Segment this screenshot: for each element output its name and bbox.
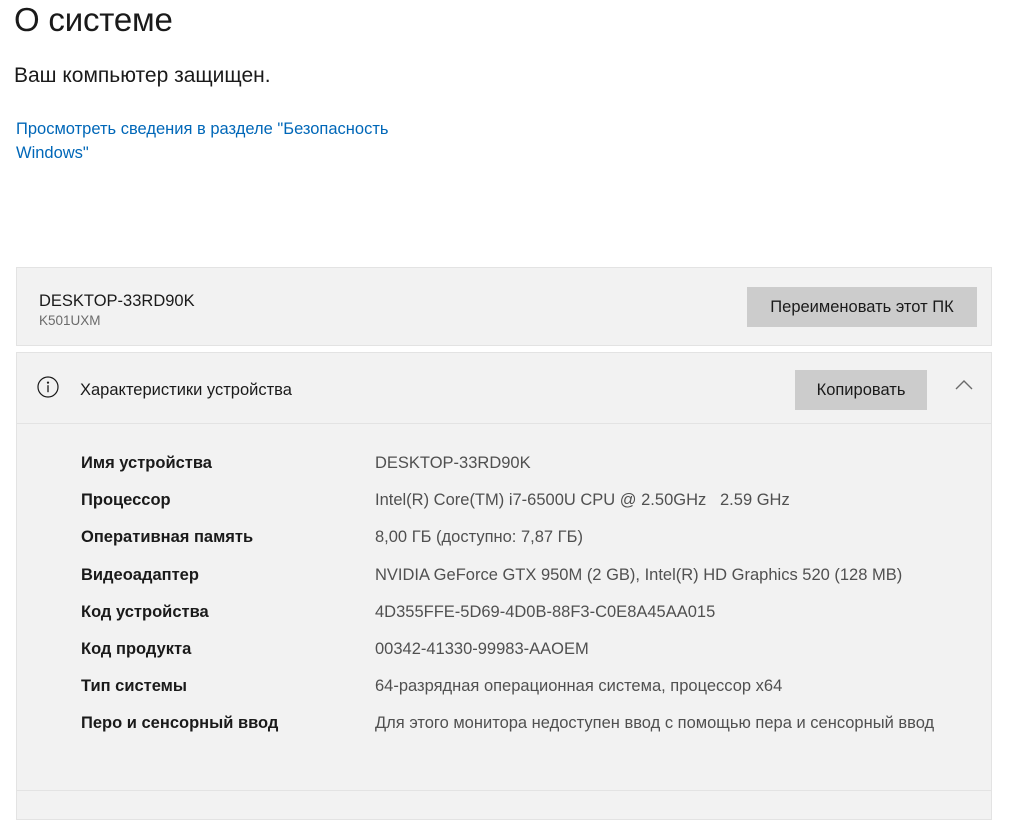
device-specifications-header[interactable]: Характеристики устройства Копировать bbox=[17, 353, 991, 424]
spec-label: Оперативная память bbox=[81, 528, 254, 547]
protection-status-text: Ваш компьютер защищен. bbox=[14, 64, 271, 87]
spec-label: Перо и сенсорный ввод bbox=[81, 714, 279, 733]
spec-value: 8,00 ГБ (доступно: 7,87 ГБ) bbox=[375, 528, 583, 547]
pc-model: K501UXM bbox=[39, 313, 101, 328]
pc-name: DESKTOP-33RD90K bbox=[39, 292, 195, 310]
spec-value: DESKTOP-33RD90K bbox=[375, 454, 531, 472]
chevron-up-icon[interactable] bbox=[953, 378, 975, 392]
spec-value: Intel(R) Core(TM) i7-6500U CPU @ 2.50GHz… bbox=[375, 491, 790, 510]
spec-value: 64-разрядная операционная система, проце… bbox=[375, 677, 783, 696]
spec-value: 00342-41330-99983-AAOEM bbox=[375, 640, 589, 658]
spec-value: NVIDIA GeForce GTX 950M (2 GB), Intel(R)… bbox=[375, 565, 903, 584]
spec-value: 4D355FFE-5D69-4D0B-88F3-C0E8A45AA015 bbox=[375, 602, 716, 621]
spec-label: Код продукта bbox=[81, 640, 192, 658]
info-icon bbox=[37, 376, 59, 398]
rename-pc-button[interactable]: Переименовать этот ПК bbox=[747, 287, 977, 327]
spec-label: Видеоадаптер bbox=[81, 565, 199, 584]
spec-label: Имя устройства bbox=[81, 454, 212, 472]
spec-value: Для этого монитора недоступен ввод с пом… bbox=[375, 714, 935, 733]
device-specifications-title: Характеристики устройства bbox=[80, 381, 292, 399]
copy-button[interactable]: Копировать bbox=[795, 370, 927, 410]
spec-label: Процессор bbox=[81, 491, 171, 510]
next-section-card bbox=[16, 790, 992, 820]
windows-security-link[interactable]: Просмотреть сведения в разделе "Безопасн… bbox=[16, 117, 426, 165]
pc-name-card: DESKTOP-33RD90K K501UXM Переименовать эт… bbox=[16, 267, 992, 346]
spec-label: Тип системы bbox=[81, 677, 187, 696]
device-specifications-panel: Характеристики устройства Копировать Имя… bbox=[16, 352, 992, 792]
page-title: О системе bbox=[14, 1, 173, 38]
spec-label: Код устройства bbox=[81, 602, 209, 621]
